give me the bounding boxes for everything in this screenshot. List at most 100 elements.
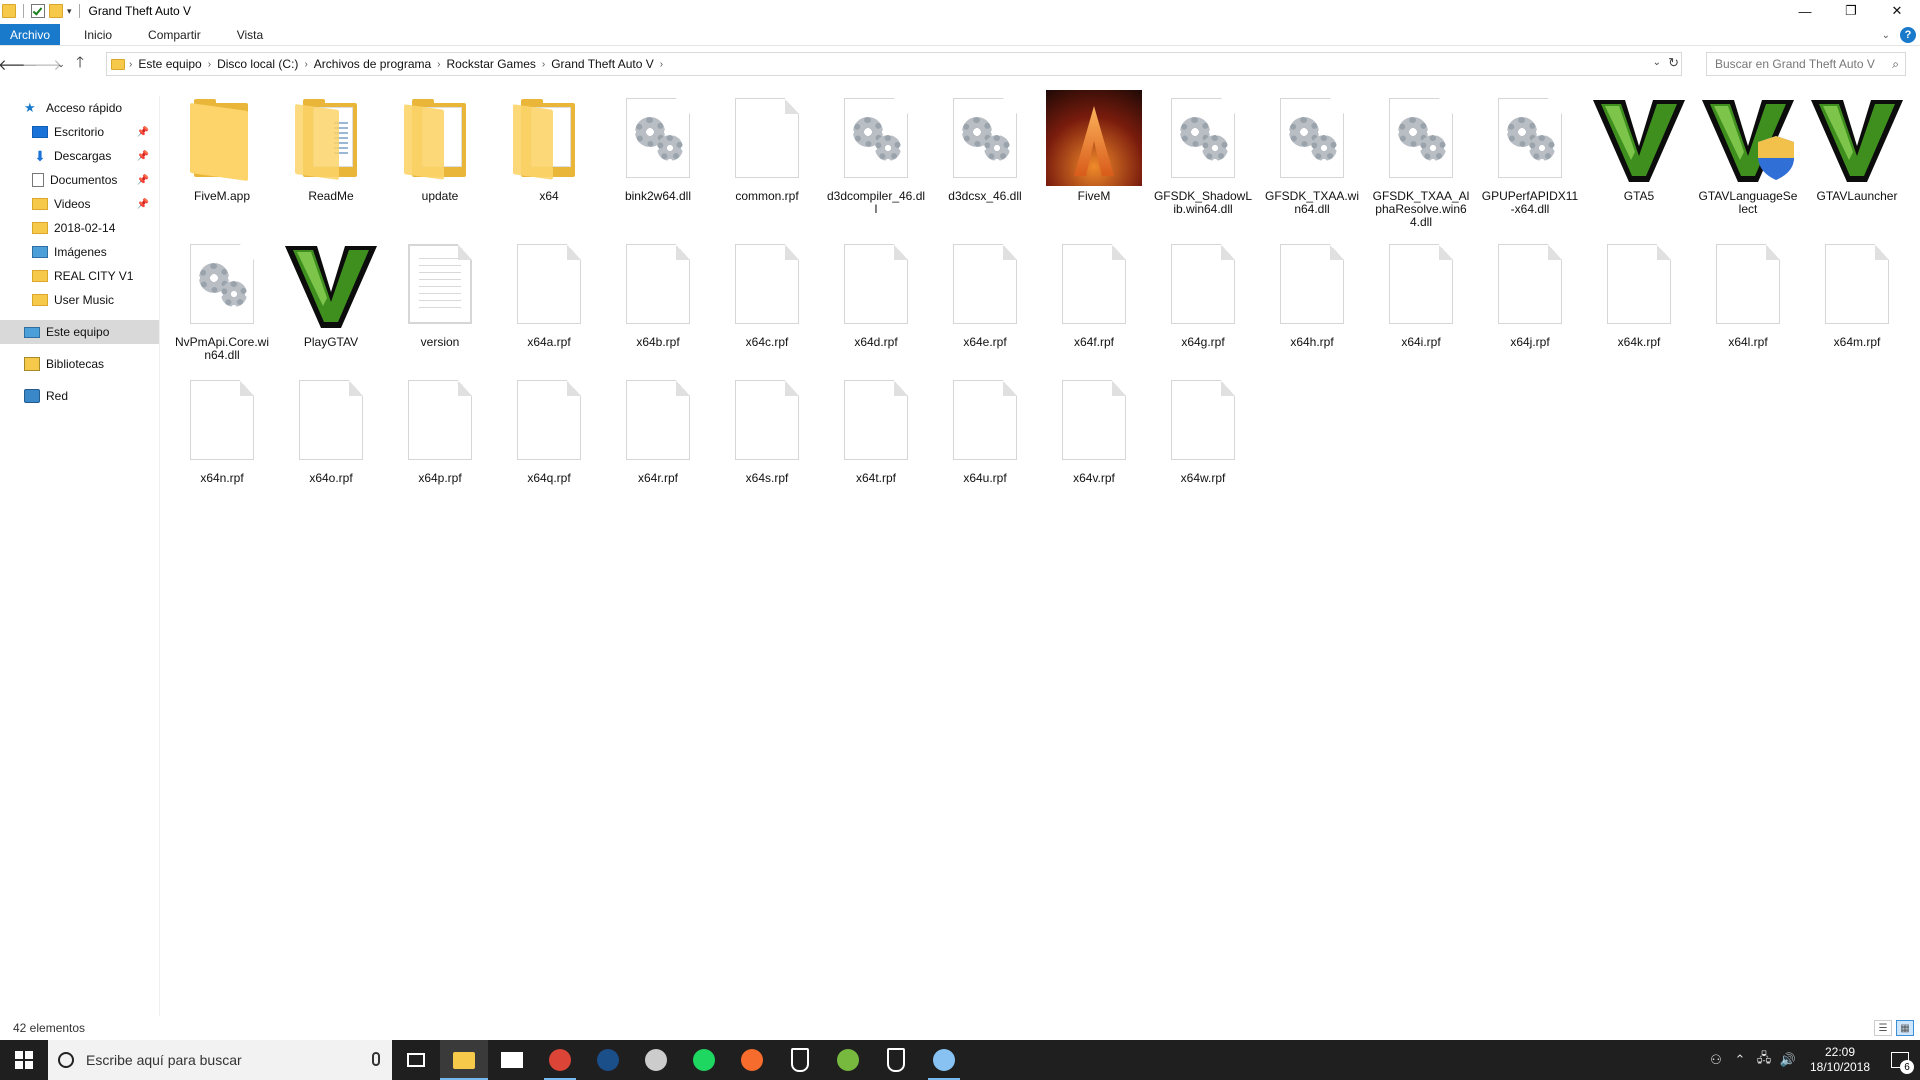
taskbar-file-explorer-button[interactable] (440, 1040, 488, 1080)
file-item[interactable]: d3dcsx_46.dll (933, 88, 1037, 203)
file-item[interactable]: x64s.rpf (715, 370, 819, 485)
taskbar-chrome-button[interactable] (536, 1040, 584, 1080)
file-item[interactable]: x64w.rpf (1151, 370, 1255, 485)
taskbar-epic-games-button[interactable] (776, 1040, 824, 1080)
people-icon[interactable]: ⚇ (1704, 1052, 1728, 1068)
file-item[interactable]: x64v.rpf (1042, 370, 1146, 485)
file-item[interactable]: x64j.rpf (1478, 234, 1582, 349)
nav-item-2018-02-14[interactable]: 2018-02-14 (0, 216, 159, 240)
tab-inicio[interactable]: Inicio (74, 24, 122, 45)
file-item[interactable]: GFSDK_ShadowLib.win64.dll (1151, 88, 1255, 216)
file-item[interactable]: x64 (497, 88, 601, 203)
breadcrumb-este-equipo[interactable]: Este equipo (132, 57, 207, 71)
tab-vista[interactable]: Vista (227, 24, 273, 45)
file-item[interactable]: GTAVLauncher (1805, 88, 1909, 203)
properties-icon[interactable] (31, 4, 45, 18)
microphone-icon[interactable] (372, 1052, 380, 1066)
nav-item-acceso-rapido[interactable]: ★ Acceso rápido (0, 96, 159, 120)
file-item[interactable]: x64r.rpf (606, 370, 710, 485)
file-item[interactable]: PlayGTAV (279, 234, 383, 349)
taskbar-task-view-button[interactable] (392, 1040, 440, 1080)
file-item[interactable]: update (388, 88, 492, 203)
breadcrumb-rockstar-games[interactable]: Rockstar Games (441, 57, 542, 71)
taskbar-search-box[interactable]: Escribe aquí para buscar (48, 1040, 392, 1080)
breadcrumb-archivos-de-programa[interactable]: Archivos de programa (308, 57, 437, 71)
nav-item-user-music[interactable]: User Music (0, 288, 159, 312)
file-item[interactable]: x64t.rpf (824, 370, 928, 485)
file-item[interactable]: x64p.rpf (388, 370, 492, 485)
nav-item-documentos[interactable]: Documentos 📌 (0, 168, 159, 192)
file-item[interactable]: x64k.rpf (1587, 234, 1691, 349)
breadcrumb-disco-local[interactable]: Disco local (C:) (211, 57, 304, 71)
close-button[interactable]: ✕ (1874, 0, 1920, 22)
file-item[interactable]: common.rpf (715, 88, 819, 203)
file-item[interactable]: x64i.rpf (1369, 234, 1473, 349)
address-bar[interactable]: › Este equipo › Disco local (C:) › Archi… (106, 52, 1682, 76)
nav-item-bibliotecas[interactable]: Bibliotecas (0, 352, 159, 376)
forward-arrow-icon[interactable]: 🡒 (22, 52, 62, 76)
file-item[interactable]: FiveM (1042, 88, 1146, 203)
file-item[interactable]: GTA5 (1587, 88, 1691, 203)
refresh-icon[interactable]: ↻ (1668, 55, 1679, 71)
file-item[interactable]: NvPmApi.Core.win64.dll (170, 234, 274, 362)
search-input[interactable]: Buscar en Grand Theft Auto V ⌕ (1706, 52, 1906, 76)
file-item[interactable]: x64m.rpf (1805, 234, 1909, 349)
file-item[interactable]: x64n.rpf (170, 370, 274, 485)
nav-item-videos[interactable]: Videos 📌 (0, 192, 159, 216)
minimize-button[interactable]: — (1782, 0, 1828, 22)
file-item[interactable]: x64b.rpf (606, 234, 710, 349)
file-item[interactable]: x64e.rpf (933, 234, 1037, 349)
file-item[interactable]: version (388, 234, 492, 349)
new-folder-icon[interactable] (49, 4, 63, 18)
file-item[interactable]: x64l.rpf (1696, 234, 1800, 349)
taskbar-utorrent-button[interactable] (824, 1040, 872, 1080)
start-button[interactable] (0, 1040, 48, 1080)
file-item[interactable]: x64f.rpf (1042, 234, 1146, 349)
address-history-chevron-icon[interactable]: ⌄ (1653, 57, 1661, 68)
taskbar-epic-games-2-button[interactable] (872, 1040, 920, 1080)
file-item[interactable]: x64a.rpf (497, 234, 601, 349)
nav-item-escritorio[interactable]: Escritorio 📌 (0, 120, 159, 144)
nav-item-descargas[interactable]: ⬇ Descargas 📌 (0, 144, 159, 168)
taskbar-spotify-button[interactable] (680, 1040, 728, 1080)
search-icon[interactable]: ⌕ (1892, 57, 1899, 72)
file-item[interactable]: x64c.rpf (715, 234, 819, 349)
clock[interactable]: 22:09 18/10/2018 (1800, 1045, 1880, 1075)
action-center-button[interactable]: 6 (1880, 1040, 1920, 1080)
taskbar-mail-button[interactable] (488, 1040, 536, 1080)
file-item[interactable]: ReadMe (279, 88, 383, 203)
file-item[interactable]: x64d.rpf (824, 234, 928, 349)
nav-item-real-city-v1[interactable]: REAL CITY V1 (0, 264, 159, 288)
show-hidden-icons-chevron-icon[interactable]: ⌃ (1728, 1052, 1752, 1068)
details-view-icon[interactable]: ☰ (1874, 1020, 1892, 1036)
taskbar-origin-button[interactable] (728, 1040, 776, 1080)
taskbar-steam-button[interactable] (584, 1040, 632, 1080)
file-item[interactable]: x64h.rpf (1260, 234, 1364, 349)
breadcrumb-chevron-icon[interactable]: › (660, 59, 663, 70)
file-item[interactable]: FiveM.app (170, 88, 274, 203)
large-icons-view-icon[interactable]: ▦ (1896, 1020, 1914, 1036)
file-item[interactable]: GFSDK_TXAA_AlphaResolve.win64.dll (1369, 88, 1473, 229)
volume-icon[interactable]: 🔊 (1776, 1052, 1800, 1068)
taskbar-obs-button[interactable] (632, 1040, 680, 1080)
help-icon[interactable]: ? (1900, 27, 1916, 43)
expand-ribbon-chevron-icon[interactable]: ⌄ (1882, 30, 1890, 41)
file-item[interactable]: GPUPerfAPIDX11-x64.dll (1478, 88, 1582, 216)
file-item[interactable]: d3dcompiler_46.dll (824, 88, 928, 216)
maximize-button[interactable]: ❐ (1828, 0, 1874, 22)
file-item[interactable]: x64o.rpf (279, 370, 383, 485)
breadcrumb-grand-theft-auto-v[interactable]: Grand Theft Auto V (545, 57, 660, 71)
up-arrow-icon[interactable]: 🡑 (68, 52, 92, 76)
network-status-icon[interactable]: 🖧 (1752, 1049, 1776, 1071)
nav-item-red[interactable]: Red (0, 384, 159, 408)
nav-item-imagenes[interactable]: Imágenes (0, 240, 159, 264)
nav-item-este-equipo[interactable]: Este equipo (0, 320, 159, 344)
tab-compartir[interactable]: Compartir (138, 24, 211, 45)
file-item[interactable]: x64u.rpf (933, 370, 1037, 485)
file-item[interactable]: GFSDK_TXAA.win64.dll (1260, 88, 1364, 216)
file-item[interactable]: x64g.rpf (1151, 234, 1255, 349)
taskbar-paint-button[interactable] (920, 1040, 968, 1080)
customize-toolbar-chevron-icon[interactable]: ▾ (67, 6, 72, 17)
file-item[interactable]: GTAVLanguageSelect (1696, 88, 1800, 216)
file-item[interactable]: bink2w64.dll (606, 88, 710, 203)
